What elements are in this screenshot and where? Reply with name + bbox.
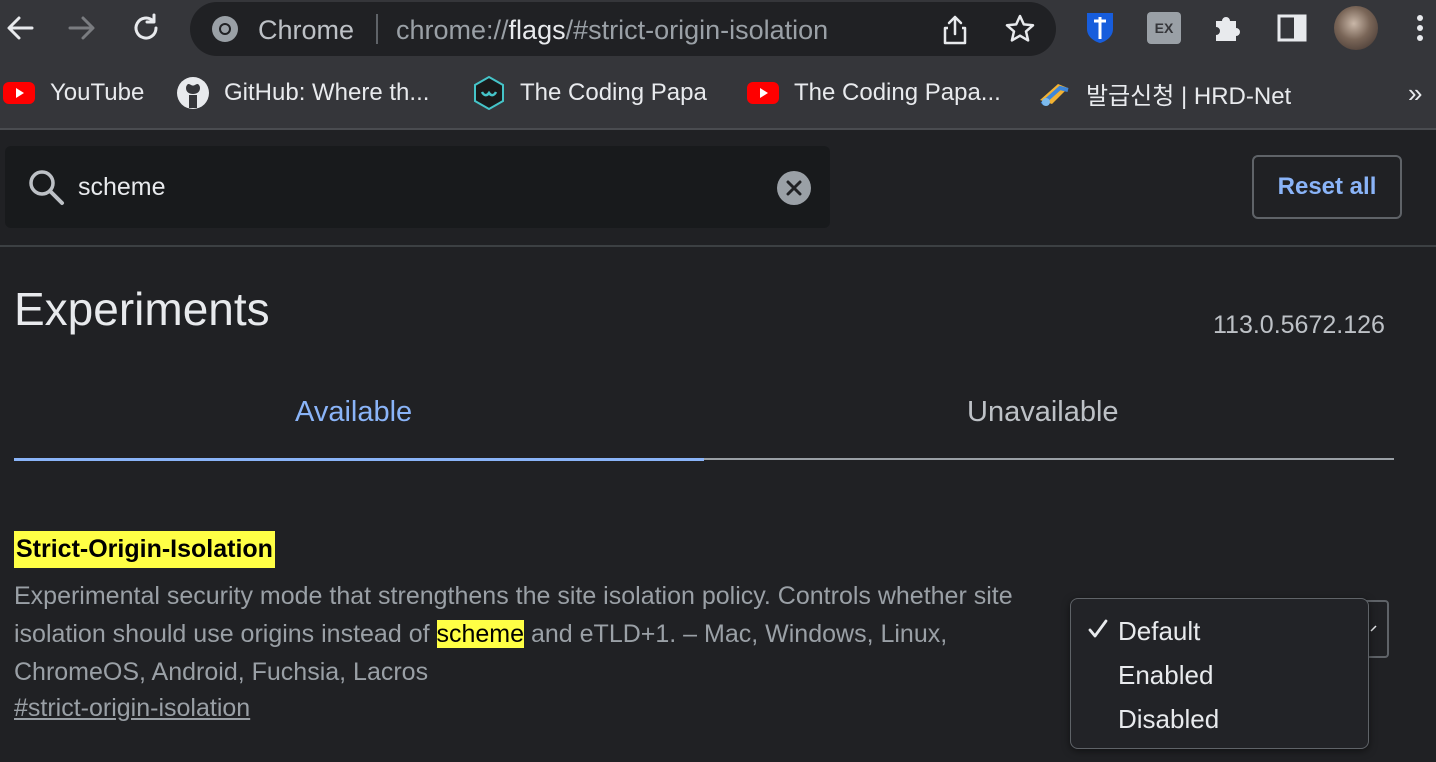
bitwarden-icon[interactable]: [1085, 11, 1115, 50]
puzzle-icon[interactable]: [1211, 12, 1243, 49]
version-label: 113.0.5672.126: [1213, 311, 1385, 339]
bookmarks-overflow-button[interactable]: »: [1408, 76, 1422, 110]
star-icon[interactable]: [1004, 13, 1036, 50]
hrd-net-icon: [1038, 76, 1072, 110]
more-vert-icon[interactable]: [1410, 12, 1430, 49]
bookmark-github[interactable]: GitHub: Where th...: [176, 76, 429, 110]
bookmark-label: GitHub: Where th...: [224, 79, 430, 106]
flag-options-menu: Default Enabled Disabled: [1070, 598, 1369, 749]
search-match-highlight: scheme: [436, 620, 525, 648]
side-panel-icon[interactable]: [1276, 12, 1308, 49]
address-bar[interactable]: Chrome chrome://flags/#strict-origin-iso…: [190, 2, 1056, 56]
profile-avatar[interactable]: [1334, 6, 1378, 50]
search-input[interactable]: scheme: [78, 173, 166, 202]
bookmark-label: 발급신청 | HRD-Net: [1086, 82, 1292, 110]
checkmark-icon: [1087, 618, 1109, 645]
option-default[interactable]: Default: [1118, 616, 1200, 647]
bookmark-youtube[interactable]: YouTube: [2, 76, 144, 110]
tab-active-indicator: [14, 458, 704, 461]
page-title: Experiments: [14, 283, 270, 335]
bookmarks-bar: YouTube GitHub: Where th... The Coding P…: [0, 58, 1436, 130]
bookmark-label: YouTube: [50, 79, 145, 106]
browser-toolbar: Chrome chrome://flags/#strict-origin-iso…: [0, 0, 1436, 58]
back-arrow-icon[interactable]: [0, 8, 40, 48]
url-text: chrome://flags/#strict-origin-isolation: [396, 15, 829, 45]
reset-all-button[interactable]: Reset all: [1252, 155, 1402, 219]
bookmark-coding-papa-youtube[interactable]: The Coding Papa...: [746, 76, 1001, 110]
coding-papa-icon: [472, 76, 506, 110]
omnibox-divider: [376, 14, 378, 44]
youtube-icon: [2, 76, 36, 110]
tab-available[interactable]: Available: [295, 396, 412, 429]
search-icon: [27, 168, 65, 211]
github-icon: [176, 76, 210, 110]
share-icon[interactable]: [940, 14, 970, 51]
option-enabled[interactable]: Enabled: [1118, 660, 1213, 691]
bookmark-hrd-net[interactable]: 발급신청 | HRD-Net: [1038, 76, 1291, 110]
option-disabled[interactable]: Disabled: [1118, 704, 1219, 735]
clear-search-icon[interactable]: [777, 171, 811, 205]
tab-unavailable[interactable]: Unavailable: [967, 396, 1119, 429]
bookmark-label: The Coding Papa...: [794, 79, 1001, 106]
bookmark-coding-papa[interactable]: The Coding Papa: [472, 76, 707, 110]
site-chip-label: Chrome: [258, 15, 355, 45]
chevron-down-icon: [1370, 625, 1377, 632]
tab-inactive-underline: [704, 458, 1394, 460]
flag-permalink[interactable]: #strict-origin-isolation: [14, 694, 250, 723]
reload-icon[interactable]: [126, 8, 166, 48]
bookmark-label: The Coding Papa: [520, 79, 707, 106]
chrome-logo-icon: [210, 14, 240, 49]
flag-description: Experimental security mode that strength…: [14, 582, 1013, 686]
search-field[interactable]: scheme: [5, 146, 830, 228]
youtube-icon: [746, 76, 780, 110]
extension-ex-icon[interactable]: EX: [1147, 12, 1181, 44]
header-divider: [0, 245, 1436, 247]
flag-title: Strict-Origin-Isolation: [14, 531, 275, 568]
forward-arrow-icon[interactable]: [62, 8, 102, 48]
